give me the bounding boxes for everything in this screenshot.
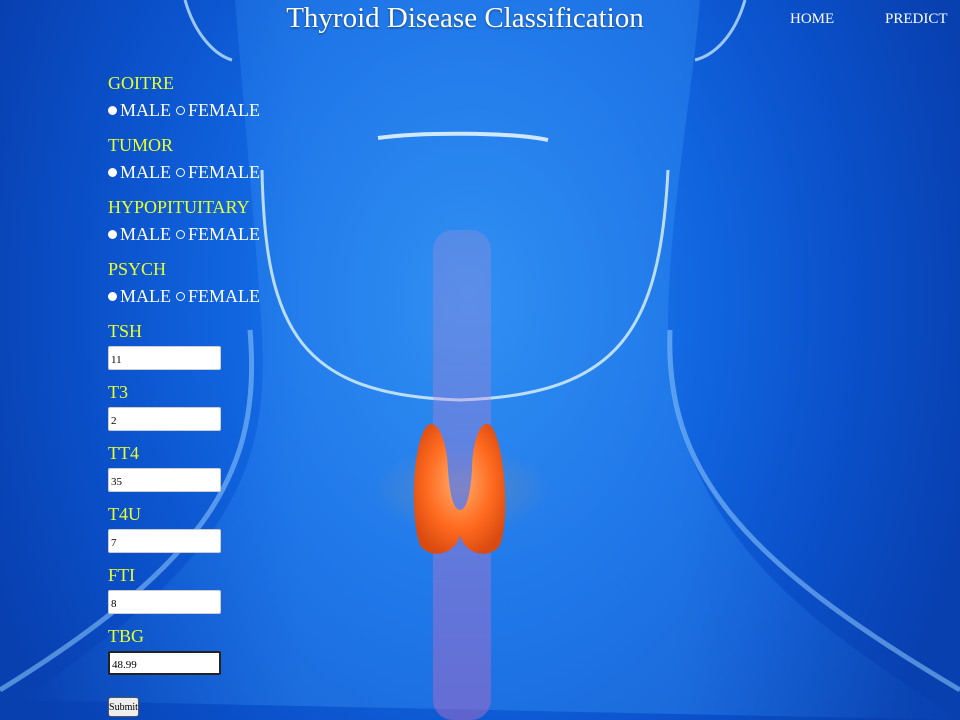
tumor-label: TUMOR <box>108 135 174 155</box>
fti-label: FTI <box>108 565 135 585</box>
goitre-female-radio[interactable] <box>176 105 185 115</box>
psych-female-label: FEMALE <box>188 285 260 306</box>
t4u-label: T4U <box>108 504 141 524</box>
psych-radio-group: MALE FEMALE <box>108 282 308 310</box>
psych-female-radio[interactable] <box>176 291 185 301</box>
goitre-male-label: MALE <box>120 99 171 120</box>
tbg-input[interactable] <box>108 651 221 675</box>
submit-button[interactable]: Submit <box>108 697 139 717</box>
hypopituitary-female-label: FEMALE <box>188 223 260 244</box>
hypopituitary-radio-group: MALE FEMALE <box>108 220 308 248</box>
prediction-form: GOITRE MALE FEMALE TUMOR MALE FEMALE HYP… <box>108 71 308 685</box>
tsh-label: TSH <box>108 321 143 341</box>
tumor-male-label: MALE <box>120 161 171 182</box>
goitre-male-radio[interactable] <box>108 105 117 115</box>
hypopituitary-female-radio[interactable] <box>176 229 185 239</box>
tt4-label: TT4 <box>108 443 139 463</box>
goitre-radio-group: MALE FEMALE <box>108 96 308 124</box>
goitre-label: GOITRE <box>108 73 174 93</box>
tsh-input[interactable] <box>108 346 221 370</box>
tt4-input[interactable] <box>108 468 221 492</box>
fti-input[interactable] <box>108 590 221 614</box>
t3-label: T3 <box>108 382 128 402</box>
t3-input[interactable] <box>108 407 221 431</box>
hypopituitary-male-radio[interactable] <box>108 229 117 239</box>
tumor-radio-group: MALE FEMALE <box>108 158 308 186</box>
nav-predict-text[interactable]: PREDICT <box>885 11 948 27</box>
nav-predict-link[interactable]: PREDICT <box>885 11 948 28</box>
psych-male-label: MALE <box>120 285 171 306</box>
tumor-male-radio[interactable] <box>108 167 117 177</box>
hypopituitary-male-label: MALE <box>120 223 171 244</box>
nav-home-link[interactable]: HOME <box>790 11 834 28</box>
tumor-female-radio[interactable] <box>176 167 185 177</box>
goitre-female-label: FEMALE <box>188 99 260 120</box>
nav-home-text[interactable]: HOME <box>790 11 834 27</box>
tbg-label: TBG <box>108 626 144 646</box>
tumor-female-label: FEMALE <box>188 161 260 182</box>
psych-male-radio[interactable] <box>108 291 117 301</box>
psych-label: PSYCH <box>108 259 167 279</box>
t4u-input[interactable] <box>108 529 221 553</box>
hypopituitary-label: HYPOPITUITARY <box>108 197 250 217</box>
